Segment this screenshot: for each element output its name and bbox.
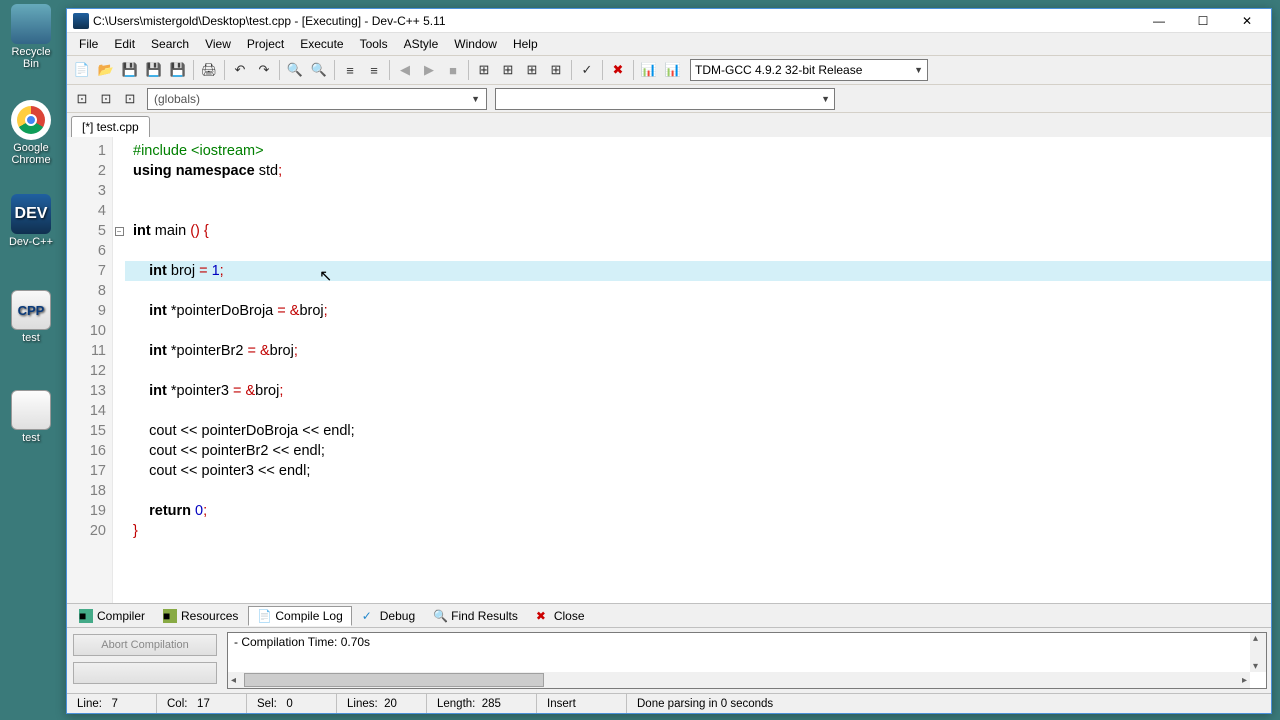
find-icon[interactable]: 🔍 [284, 59, 306, 81]
panel-empty-button[interactable] [73, 662, 217, 684]
compile-run-icon[interactable]: ⊞ [521, 59, 543, 81]
redo-icon[interactable]: ↷ [253, 59, 275, 81]
menu-window[interactable]: Window [446, 35, 505, 53]
compile-log-output[interactable]: - Compilation Time: 0.70s ◂▸ [227, 632, 1267, 689]
titlebar[interactable]: C:\Users\mistergold\Desktop\test.cpp - [… [67, 9, 1271, 33]
forward-icon[interactable]: ▶ [418, 59, 440, 81]
saveall2-icon[interactable]: 💾 [167, 59, 189, 81]
class-browser-icon[interactable]: ⊡ [71, 88, 93, 110]
output-tabs: ■Compiler ■Resources 📄Compile Log ✓Debug… [67, 603, 1271, 627]
tab-debug[interactable]: ✓Debug [354, 607, 423, 625]
statusbar: Line: 7 Col: 17 Sel: 0 Lines: 20 Length:… [67, 693, 1271, 713]
test-cpp-icon[interactable]: CPPtest [4, 290, 58, 344]
tab-find-results[interactable]: 🔍Find Results [425, 607, 526, 625]
recycle-bin-label: Recycle Bin [11, 46, 50, 70]
devcpp-label: Dev-C++ [9, 236, 53, 248]
profile2-icon[interactable]: 📊 [662, 59, 684, 81]
menu-search[interactable]: Search [143, 35, 197, 53]
tab-compile-log[interactable]: 📄Compile Log [248, 606, 351, 626]
globals-select[interactable]: (globals) ▼ [147, 88, 487, 110]
tab-compiler[interactable]: ■Compiler [71, 607, 153, 625]
editor-tabs: [*] test.cpp [67, 113, 1271, 137]
print-icon[interactable]: 🖨 [198, 59, 220, 81]
devcpp-window: C:\Users\mistergold\Desktop\test.cpp - [… [66, 8, 1272, 714]
menu-view[interactable]: View [197, 35, 239, 53]
chevron-down-icon: ▼ [914, 65, 923, 75]
indent-icon[interactable]: ≡ [339, 59, 361, 81]
fold-toggle-icon[interactable]: − [115, 227, 124, 236]
bookmark-icon[interactable]: ■ [442, 59, 464, 81]
menu-tools[interactable]: Tools [352, 35, 396, 53]
function-select[interactable]: ▼ [495, 88, 835, 110]
replace-icon[interactable]: 🔍 [308, 59, 330, 81]
profile-icon[interactable]: 📊 [638, 59, 660, 81]
chrome-label: Google Chrome [11, 142, 50, 166]
menu-astyle[interactable]: AStyle [396, 35, 447, 53]
debug-icon[interactable]: ✓ [576, 59, 598, 81]
saveall-icon[interactable]: 💾 [143, 59, 165, 81]
devcpp-icon[interactable]: DEVDev-C++ [4, 194, 58, 248]
menu-file[interactable]: File [71, 35, 106, 53]
tab-test-cpp[interactable]: [*] test.cpp [71, 116, 150, 137]
vertical-scrollbar[interactable] [1250, 633, 1266, 672]
goto-icon[interactable]: ⊡ [95, 88, 117, 110]
unindent-icon[interactable]: ≡ [363, 59, 385, 81]
menu-project[interactable]: Project [239, 35, 292, 53]
menu-help[interactable]: Help [505, 35, 546, 53]
chevron-down-icon: ▼ [471, 94, 480, 104]
code-editor[interactable]: 1234567891011121314151617181920 − #inclu… [67, 137, 1271, 603]
menu-execute[interactable]: Execute [292, 35, 351, 53]
open-icon[interactable]: 📂 [95, 59, 117, 81]
fold-column: − [113, 137, 125, 603]
close-button[interactable]: ✕ [1225, 10, 1269, 32]
save-icon[interactable]: 💾 [119, 59, 141, 81]
abort-compilation-button[interactable]: Abort Compilation [73, 634, 217, 656]
window-title: C:\Users\mistergold\Desktop\test.cpp - [… [93, 14, 1137, 28]
chevron-down-icon: ▼ [821, 94, 830, 104]
code-area[interactable]: #include <iostream> using namespace std;… [125, 137, 1271, 603]
bookmark2-icon[interactable]: ⊡ [119, 88, 141, 110]
tab-resources[interactable]: ■Resources [155, 607, 246, 625]
back-icon[interactable]: ◀ [394, 59, 416, 81]
compile-icon[interactable]: ⊞ [473, 59, 495, 81]
maximize-button[interactable]: ☐ [1181, 10, 1225, 32]
rebuild-icon[interactable]: ⊞ [545, 59, 567, 81]
line-gutter: 1234567891011121314151617181920 [67, 137, 113, 603]
test-exe-icon[interactable]: test [4, 390, 58, 444]
output-panel: Abort Compilation - Compilation Time: 0.… [67, 627, 1271, 693]
secondary-toolbar: ⊡ ⊡ ⊡ (globals) ▼ ▼ [67, 85, 1271, 113]
app-icon [73, 13, 89, 29]
recycle-bin-icon[interactable]: Recycle Bin [4, 4, 58, 70]
compile-log-line: - Compilation Time: 0.70s [234, 635, 370, 649]
menubar: File Edit Search View Project Execute To… [67, 33, 1271, 55]
tab-close[interactable]: ✖Close [528, 607, 593, 625]
new-icon[interactable]: 📄 [71, 59, 93, 81]
minimize-button[interactable]: — [1137, 10, 1181, 32]
test-cpp-label: test [22, 332, 40, 344]
globals-value: (globals) [154, 92, 200, 106]
menu-edit[interactable]: Edit [106, 35, 143, 53]
chrome-icon[interactable]: Google Chrome [4, 100, 58, 166]
compiler-select-value: TDM-GCC 4.9.2 32-bit Release [695, 63, 862, 77]
test-exe-label: test [22, 432, 40, 444]
undo-icon[interactable]: ↶ [229, 59, 251, 81]
horizontal-scrollbar[interactable]: ◂▸ [228, 672, 1250, 688]
run-icon[interactable]: ⊞ [497, 59, 519, 81]
compiler-select[interactable]: TDM-GCC 4.9.2 32-bit Release ▼ [690, 59, 928, 81]
main-toolbar: 📄 📂 💾 💾 💾 🖨 ↶ ↷ 🔍 🔍 ≡ ≡ ◀ ▶ ■ ⊞ ⊞ ⊞ ⊞ ✓ … [67, 55, 1271, 85]
stop-icon[interactable]: ✖ [607, 59, 629, 81]
